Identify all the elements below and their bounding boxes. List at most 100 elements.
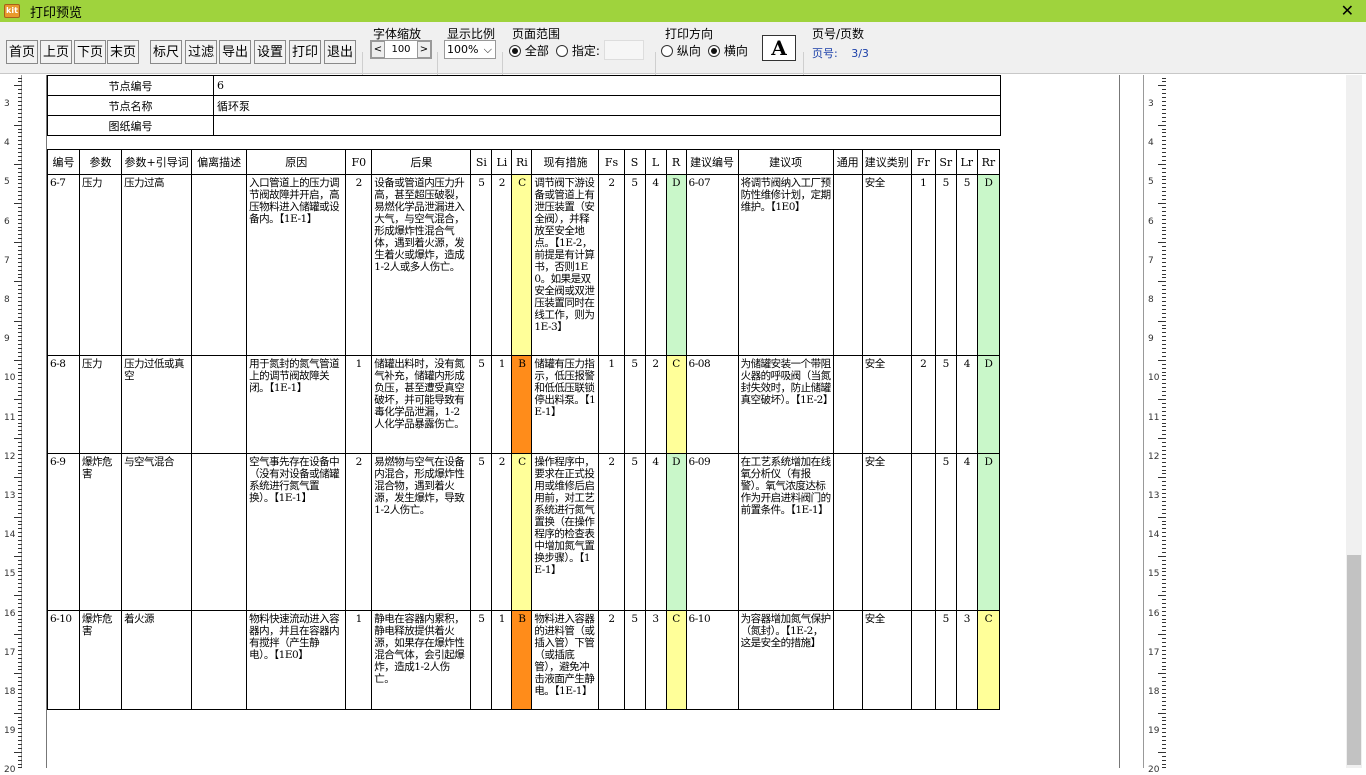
ruler-number: 9 [4,334,10,345]
ruler-tick [18,93,22,95]
ruler-number: 18 [4,687,16,697]
ruler-tick [1158,399,1166,400]
ruler-tick [18,532,22,534]
zoom-increase-button[interactable]: > [417,41,431,58]
ruler-number: 10 [1148,373,1160,384]
cell-cause: 用于氮封的氮气管道上的调节阀故障关闭。【1E-1】 [246,355,347,454]
cell-fs: 1 [598,355,625,454]
scrollbar-thumb[interactable] [1347,555,1361,765]
ruler-tick [1162,755,1166,757]
cell-common [832,453,863,611]
ruler-tick [18,485,22,487]
column-header: 建议类别 [861,149,912,175]
landscape-radio[interactable]: 横向 [708,42,748,59]
ruler-tick [1162,336,1166,338]
ruler-tick [18,563,22,565]
ruler-number: 3 [1148,99,1154,109]
cell-sug-id: 6-08 [685,355,739,454]
ruler-tick [1162,195,1166,197]
cell-si: 5 [470,610,493,710]
ruler-number: 15 [1148,569,1160,580]
page-range-input[interactable] [604,40,644,60]
exit-button[interactable]: 退出 [324,40,356,64]
ruler-button[interactable]: 标尺 [150,40,182,64]
page-range-specified-radio[interactable]: 指定: [556,42,600,59]
column-header: 通用 [832,149,863,175]
ruler-tick [18,132,22,134]
ruler-number: 3 [4,99,10,109]
ruler-tick [1162,536,1166,538]
ruler-tick [18,226,22,228]
ruler-tick [1162,740,1166,742]
cell-r: D [665,453,687,611]
ruler-tick [1158,203,1166,204]
ruler-tick [18,732,22,734]
ruler-tick [1162,277,1166,279]
ruler-tick [18,301,22,302]
ruler-number: 18 [1148,687,1160,697]
ruler-tick [1162,418,1166,420]
font-zoom-value[interactable]: 100 [385,44,417,55]
ruler-tick [18,693,22,694]
ruler-tick [1162,332,1166,334]
ruler-tick [1162,689,1166,691]
first-page-button[interactable]: 首页 [6,40,38,64]
column-header: 后果 [371,149,472,175]
ruler-tick [1162,610,1166,612]
settings-button[interactable]: 设置 [254,40,286,64]
prev-page-button[interactable]: 上页 [40,40,72,64]
cell-r: D [665,174,687,356]
ruler-tick [18,253,22,255]
export-button[interactable]: 导出 [219,40,251,64]
cell-fs: 2 [598,174,625,356]
zoom-decrease-button[interactable]: < [371,41,385,58]
ruler-tick [18,77,22,79]
close-icon[interactable]: ✕ [1341,1,1354,20]
ruler-tick [18,222,22,224]
right-ruler: 3 4 5 6 7 8 9 10 11 12 13 14 15 16 17 18 19 20 [1143,75,1166,775]
ruler-tick [14,555,22,557]
landscape-label: 横向 [723,44,748,58]
ruler-tick [1162,238,1166,240]
table-row: 节点编号 6 [47,75,1001,96]
ruler-tick [18,210,22,212]
ruler-tick [18,571,22,573]
ruler-number: 12 [1148,451,1160,462]
ruler-number: 19 [4,726,16,737]
ruler-tick [1158,673,1166,675]
ruler-number: 14 [1148,530,1160,541]
font-zoom-stepper[interactable]: < 100 > [370,40,432,59]
ruler-tick [1162,328,1166,330]
page-range-all-radio[interactable]: 全部 [509,42,549,59]
last-page-button[interactable]: 末页 [107,40,139,64]
page-count: 页号: 3/3 [812,45,869,61]
ruler-tick [1162,199,1166,201]
font-icon[interactable]: A [762,35,796,61]
print-button[interactable]: 打印 [289,40,321,64]
cell-dev [191,174,248,356]
display-ratio-select[interactable]: 100% ⌵ [444,40,496,59]
ruler-tick [1158,595,1166,596]
cell-guide: 着火源 [121,610,193,710]
ruler-tick [1162,547,1166,549]
cell-lr: 4 [955,355,978,454]
ruler-tick [1162,159,1166,161]
cell-sug-id: 6-07 [685,174,739,356]
ruler-tick [18,763,22,765]
portrait-radio[interactable]: 纵向 [661,42,701,59]
table-row: 6-8 压力 压力过低或真空 用于氮封的氮气管道上的调节阀故障关闭。【1E-1】 1 储罐… [46,355,1001,454]
ruler-tick [1162,700,1166,702]
column-header: Li [491,149,513,175]
ruler-tick [14,634,22,636]
table-row: 节点名称 循环泵 [47,95,1001,116]
page-edge [1119,75,1120,768]
next-page-button[interactable]: 下页 [74,40,106,64]
ruler-tick [18,297,22,299]
ruler-tick [1158,438,1166,440]
filter-button[interactable]: 过滤 [185,40,217,64]
ruler-tick [18,344,22,346]
ruler-tick [1162,453,1166,455]
node-name-value: 循环泵 [213,95,1001,116]
cell-fs: 2 [598,453,625,611]
ruler-tick [18,273,22,275]
